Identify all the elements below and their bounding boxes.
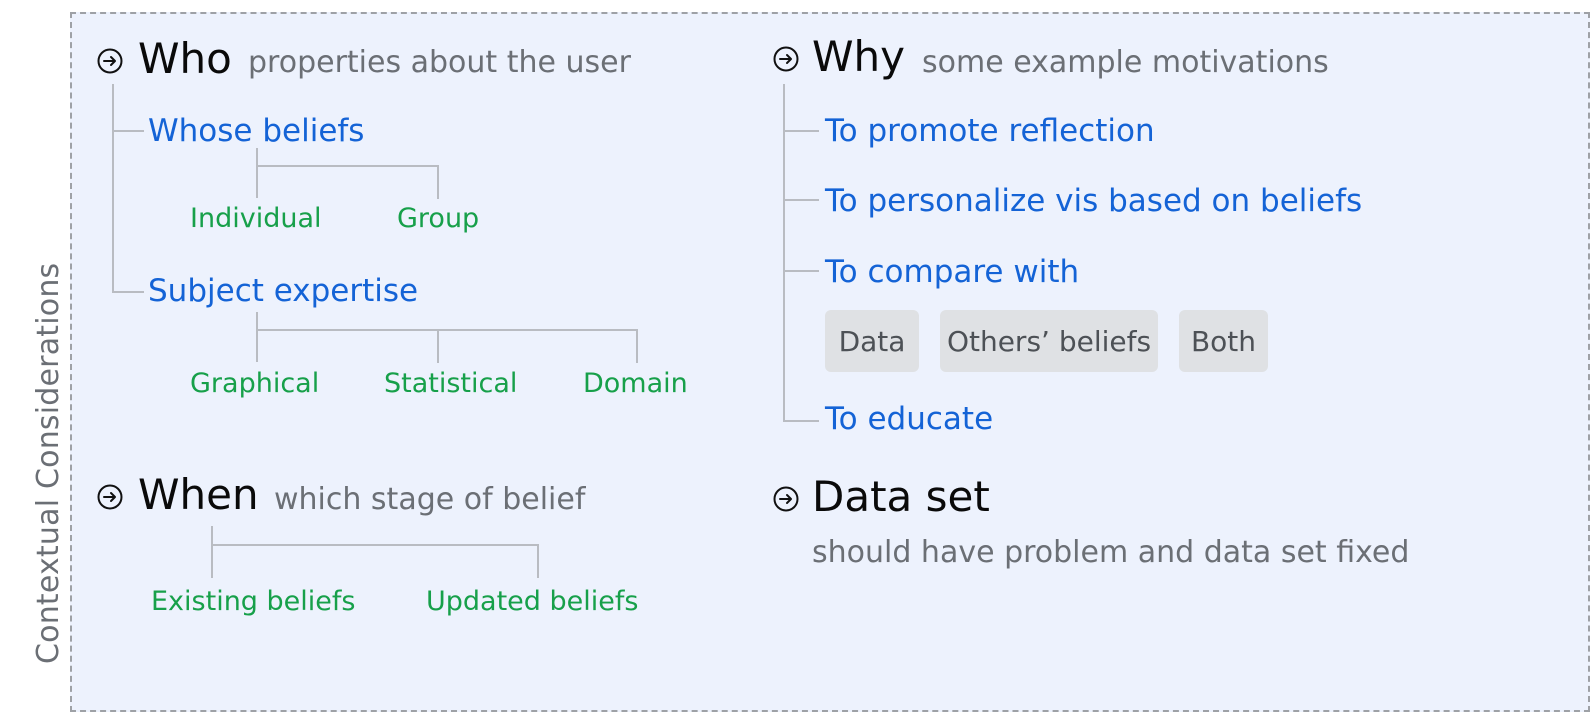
who-subtitle: properties about the user — [248, 45, 631, 80]
why-item-personalize: To personalize vis based on beliefs — [825, 183, 1363, 219]
whose-beliefs-bar — [256, 165, 439, 167]
subject-expertise-drop-1 — [437, 329, 439, 363]
when-title: When — [138, 470, 259, 519]
why-branch-line-3 — [783, 270, 819, 272]
subject-expertise-label: Subject expertise — [148, 273, 419, 309]
who-branch-line-2 — [112, 291, 144, 293]
arrow-circle-icon — [773, 46, 799, 72]
group-label: Group — [397, 203, 480, 234]
arrow-circle-icon — [773, 486, 799, 512]
graphical-label: Graphical — [190, 368, 320, 399]
why-item-reflection: To promote reflection — [825, 113, 1155, 149]
compare-chip-both: Both — [1179, 310, 1268, 372]
compare-chip-data: Data — [825, 310, 919, 372]
why-trunk-line — [783, 84, 785, 422]
subject-expertise-bar — [256, 329, 638, 331]
subject-expertise-stem — [256, 312, 258, 362]
who-title: Who — [138, 34, 232, 83]
when-drop — [537, 544, 539, 578]
data-set-title: Data set — [812, 472, 990, 521]
why-branch-line-1 — [783, 130, 819, 132]
who-trunk-line — [112, 84, 114, 293]
when-bar — [211, 544, 539, 546]
updated-beliefs-label: Updated beliefs — [426, 586, 639, 617]
why-subtitle: some example motivations — [922, 45, 1329, 80]
arrow-circle-icon — [97, 48, 123, 74]
whose-beliefs-stem — [256, 148, 258, 198]
why-item-compare: To compare with — [825, 254, 1080, 290]
compare-chip-others-beliefs: Others’ beliefs — [940, 310, 1158, 372]
subject-expertise-drop-2 — [636, 329, 638, 363]
existing-beliefs-label: Existing beliefs — [151, 586, 356, 617]
why-title: Why — [812, 32, 906, 81]
why-branch-line-2 — [783, 199, 819, 201]
why-item-educate: To educate — [825, 401, 994, 437]
arrow-circle-icon — [97, 484, 123, 510]
when-stem — [211, 526, 213, 578]
why-branch-line-4 — [783, 420, 819, 422]
data-set-subtitle: should have problem and data set fixed — [812, 535, 1410, 570]
side-label: Contextual Considerations — [31, 262, 66, 664]
who-branch-line-1 — [112, 130, 144, 132]
whose-beliefs-drop — [437, 165, 439, 199]
domain-label: Domain — [583, 368, 688, 399]
statistical-label: Statistical — [384, 368, 518, 399]
when-subtitle: which stage of belief — [274, 482, 586, 517]
whose-beliefs-label: Whose beliefs — [148, 113, 365, 149]
individual-label: Individual — [190, 203, 322, 234]
